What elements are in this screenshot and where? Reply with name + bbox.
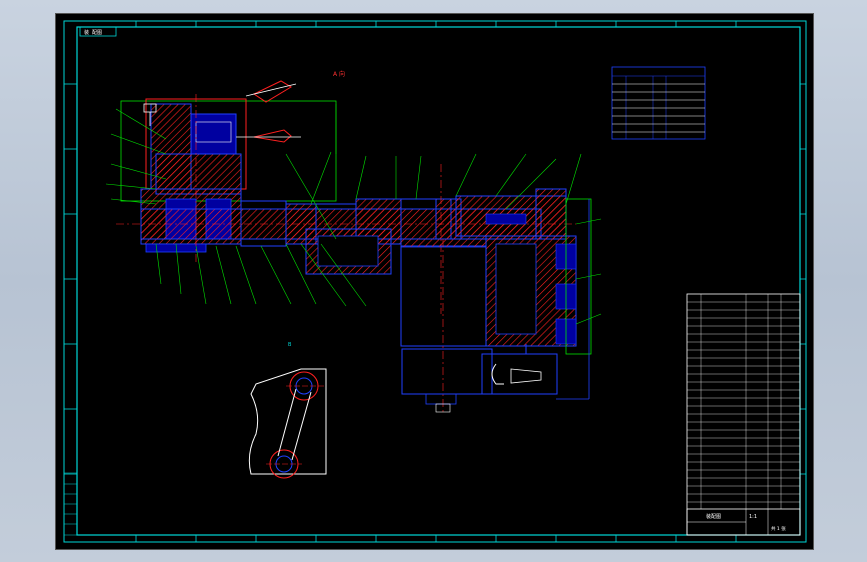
spec-table	[611, 66, 706, 140]
parts-list-rows	[687, 301, 800, 503]
view-label-a: A 向	[333, 70, 345, 78]
sheet-tag: 装 配图	[84, 29, 102, 36]
detail-view-b	[248, 368, 327, 479]
sheet-inner-frame	[76, 26, 801, 536]
view-label-b: B	[288, 342, 292, 348]
title-block-name: 装配图	[706, 513, 721, 520]
cad-viewport[interactable]: 装 配图 A 向 B 装配图 1:1 共 1 张	[55, 13, 814, 550]
title-block-scale: 1:1	[749, 514, 757, 520]
revision-block	[63, 472, 78, 536]
title-block-sheet: 共 1 张	[771, 525, 786, 532]
parts-list	[686, 293, 801, 536]
assembly-drawing: 装 配图 A 向 B 装配图 1:1 共 1 张	[63, 20, 807, 543]
